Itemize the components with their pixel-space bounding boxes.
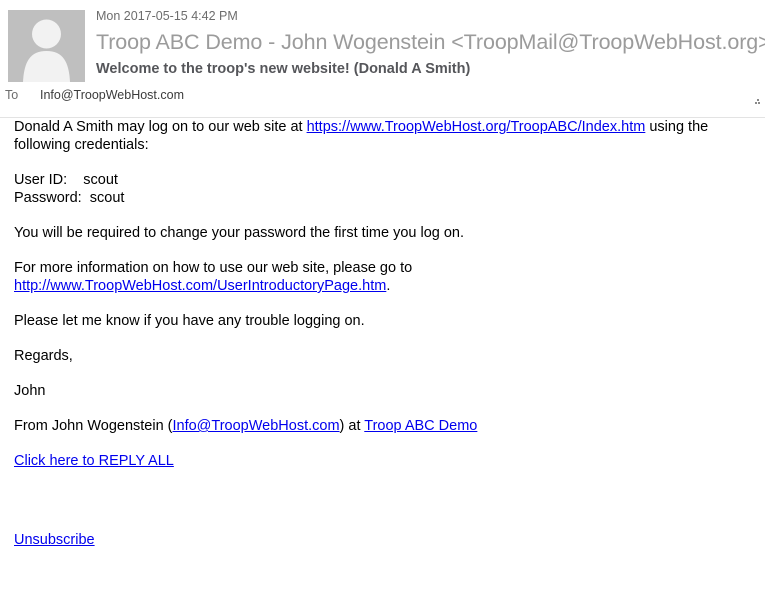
header-fields: Mon 2017-05-15 4:42 PM Troop ABC Demo - … <box>96 0 765 79</box>
from-line: From John Wogenstein (Info@TroopWebHost.… <box>14 417 751 435</box>
more-info-text: For more information on how to use our w… <box>14 260 413 276</box>
more-info-trailing: . <box>386 278 391 294</box>
unsubscribe-paragraph: Unsubscribe <box>14 531 751 549</box>
signature-name: John <box>14 383 46 399</box>
user-introductory-page-link[interactable]: http://www.TroopWebHost.com/UserIntroduc… <box>14 278 386 294</box>
reply-all-paragraph: Click here to REPLY ALL <box>14 452 751 470</box>
from-prefix: From John Wogenstein ( <box>14 418 173 434</box>
email-header: Mon 2017-05-15 4:42 PM Troop ABC Demo - … <box>0 0 765 118</box>
intro-text-before: Donald A Smith may log on to our web sit… <box>14 119 307 135</box>
avatar <box>8 10 85 82</box>
password-change-notice: You will be required to change your pass… <box>14 225 465 241</box>
to-value[interactable]: Info@TroopWebHost.com <box>40 88 184 102</box>
email-body: Donald A Smith may log on to our web sit… <box>0 118 765 595</box>
person-avatar-icon <box>8 10 85 82</box>
troop-demo-link[interactable]: Troop ABC Demo <box>364 418 477 434</box>
from-middle: ) at <box>339 418 365 434</box>
email-sender[interactable]: Troop ABC Demo - John Wogenstein <TroopM… <box>96 28 765 56</box>
signoff: Regards, <box>14 348 73 364</box>
recipient-row: To Info@TroopWebHost.com <box>5 88 184 103</box>
reply-all-link[interactable]: Click here to REPLY ALL <box>14 453 174 469</box>
intro-paragraph: Donald A Smith may log on to our web sit… <box>14 118 751 154</box>
from-email-link[interactable]: Info@TroopWebHost.com <box>173 418 340 434</box>
email-date: Mon 2017-05-15 4:42 PM <box>96 9 238 23</box>
unsubscribe-link[interactable]: Unsubscribe <box>14 532 95 548</box>
more-info-paragraph: For more information on how to use our w… <box>14 259 751 295</box>
email-subject: Welcome to the troop's new website! (Don… <box>96 61 471 77</box>
credentials-block: User ID: scout Password: scout <box>14 172 125 206</box>
trouble-notice: Please let me know if you have any troub… <box>14 313 365 329</box>
resize-grip-icon[interactable] <box>753 99 761 107</box>
to-label: To <box>5 88 19 102</box>
website-login-link[interactable]: https://www.TroopWebHost.org/TroopABC/In… <box>307 119 646 135</box>
